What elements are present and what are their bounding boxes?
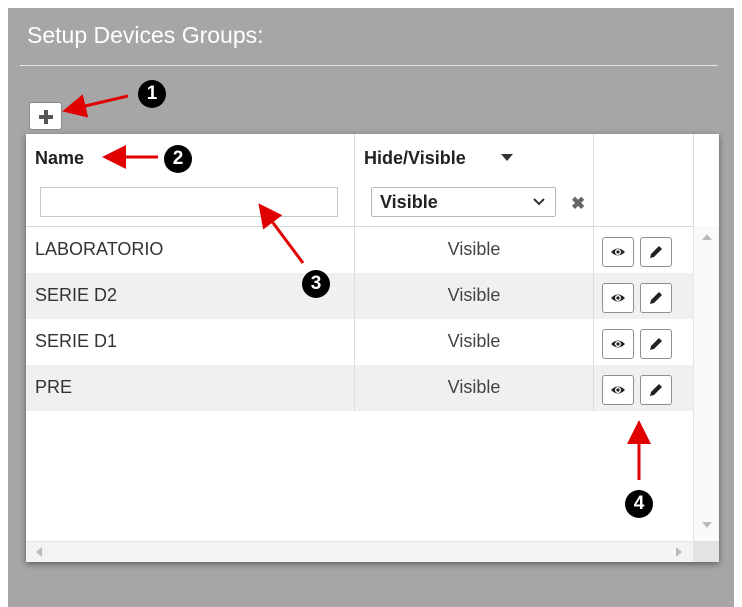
column-header-visibility[interactable]: Hide/Visible	[364, 148, 466, 169]
view-button[interactable]	[602, 375, 634, 405]
visibility-cell: Visible	[447, 377, 501, 397]
edit-button[interactable]	[640, 283, 672, 313]
scroll-up-arrow-icon[interactable]	[702, 234, 712, 240]
cell-divider	[593, 319, 594, 365]
scroll-down-arrow-icon[interactable]	[702, 522, 712, 528]
visibility-filter-select[interactable]: Visible	[371, 187, 556, 217]
annotation-badge-3: 3	[302, 270, 330, 298]
eye-icon	[611, 294, 625, 302]
group-name-cell: SERIE D2	[35, 285, 118, 305]
group-name-cell: PRE	[35, 377, 73, 397]
plus-icon	[39, 110, 53, 124]
cell-divider	[593, 365, 594, 411]
title-divider	[20, 65, 718, 66]
annotation-badge-4: 4	[625, 490, 653, 518]
grid-header: Name Hide/Visible Visible ✖	[26, 134, 719, 227]
caret-down-icon[interactable]	[501, 154, 513, 162]
table-row[interactable]: SERIE D1 Visible	[26, 319, 693, 365]
horizontal-scrollbar[interactable]	[26, 541, 693, 562]
pencil-icon	[650, 338, 662, 350]
scroll-right-arrow-icon[interactable]	[676, 547, 682, 557]
edit-button[interactable]	[640, 237, 672, 267]
visibility-filter-value: Visible	[380, 192, 438, 212]
name-filter-input[interactable]	[40, 187, 338, 217]
column-header-name[interactable]: Name	[35, 148, 84, 169]
view-button[interactable]	[602, 329, 634, 359]
groups-grid: Name Hide/Visible Visible ✖ LABORATORIO …	[26, 134, 719, 562]
group-name-cell: LABORATORIO	[35, 239, 164, 259]
visibility-cell: Visible	[447, 285, 501, 305]
scrollbar-corner	[693, 541, 719, 562]
table-row[interactable]: LABORATORIO Visible	[26, 227, 693, 273]
pencil-icon	[650, 384, 662, 396]
visibility-cell: Visible	[447, 239, 501, 259]
clear-filter-icon[interactable]: ✖	[571, 194, 585, 214]
view-button[interactable]	[602, 237, 634, 267]
column-divider	[354, 134, 355, 226]
visibility-cell: Visible	[447, 331, 501, 351]
annotation-badge-1: 1	[138, 80, 166, 108]
scroll-left-arrow-icon[interactable]	[36, 547, 42, 557]
annotation-badge-2: 2	[164, 145, 192, 173]
view-button[interactable]	[602, 283, 634, 313]
column-divider	[693, 134, 694, 226]
vertical-scrollbar[interactable]	[693, 226, 719, 541]
cell-divider	[593, 227, 594, 273]
page-title: Setup Devices Groups:	[27, 22, 264, 48]
column-divider	[593, 134, 594, 226]
pencil-icon	[650, 292, 662, 304]
group-name-cell: SERIE D1	[35, 331, 118, 351]
eye-icon	[611, 248, 625, 256]
table-row[interactable]: PRE Visible	[26, 365, 693, 411]
table-row[interactable]: SERIE D2 Visible	[26, 273, 693, 319]
add-group-button[interactable]	[29, 102, 62, 130]
pencil-icon	[650, 246, 662, 258]
edit-button[interactable]	[640, 329, 672, 359]
chevron-down-icon	[533, 198, 545, 206]
eye-icon	[611, 340, 625, 348]
eye-icon	[611, 386, 625, 394]
cell-divider	[593, 273, 594, 319]
edit-button[interactable]	[640, 375, 672, 405]
